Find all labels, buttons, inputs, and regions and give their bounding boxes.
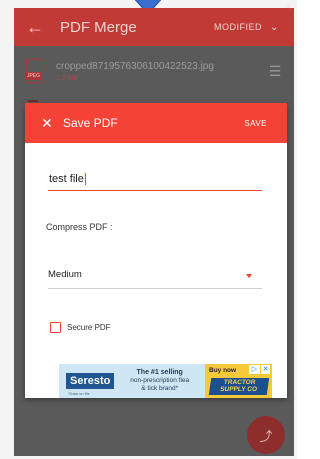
ad-copy-line2: non-prescription flea — [130, 377, 190, 385]
app-screen: ← PDF Merge MODIFIED ⌄ < JPEG cropped871… — [0, 0, 297, 459]
dropdown-arrow-icon — [246, 274, 252, 278]
close-icon: ✕ — [41, 114, 53, 131]
overflow-dots-icon: < — [286, 2, 291, 11]
dialog-title: Save PDF — [63, 116, 118, 130]
compress-selected-value: Medium — [48, 269, 82, 280]
ad-copy: The #1 selling non-prescription flea & t… — [114, 369, 205, 394]
secure-pdf-checkbox[interactable] — [50, 322, 61, 333]
dialog-toolbar: ✕ Save PDF SAVE — [25, 103, 287, 143]
app-title: PDF Merge — [60, 18, 137, 36]
compress-label: Compress PDF : — [46, 222, 113, 232]
merge-fab-button[interactable]: ⤴ — [247, 416, 285, 454]
sort-dropdown[interactable]: MODIFIED — [214, 22, 262, 32]
compress-select[interactable]: Medium — [48, 261, 262, 289]
save-pdf-dialog: ✕ Save PDF SAVE test file Compress PDF :… — [25, 103, 287, 398]
back-button[interactable]: ← — [22, 17, 48, 38]
ad-store-logo: TRACTOR SUPPLY CO — [208, 378, 270, 395]
ad-brand-tagline: *Data on file — [68, 391, 90, 396]
file-meta: cropped8719576306100422523.jpg 1.2 MB — [56, 61, 266, 82]
ad-cta[interactable]: Buy now — [209, 367, 236, 374]
list-item[interactable]: JPEG cropped8719576306100422523.jpg 1.2 … — [14, 46, 294, 96]
file-name: cropped8719576306100422523.jpg — [56, 60, 214, 72]
ad-brand-logo: Seresto — [66, 373, 115, 389]
filename-input[interactable]: test file — [48, 171, 262, 191]
ad-close-icon[interactable]: ✕ — [261, 365, 270, 374]
arrow-left-icon: ← — [26, 16, 44, 37]
save-button[interactable]: SAVE — [244, 119, 267, 128]
app-bar: ← PDF Merge MODIFIED ⌄ — [14, 8, 294, 46]
drag-handle-icon[interactable]: ☰ — [266, 63, 284, 80]
file-size: 1.2 MB — [56, 74, 79, 82]
secure-pdf-label: Secure PDF — [67, 323, 111, 332]
merge-icon: ⤴ — [259, 428, 273, 444]
ad-headline: The #1 selling — [136, 368, 183, 376]
ad-copy-line3: & tick brand* — [141, 385, 179, 393]
chevron-down-icon[interactable]: ⌄ — [270, 22, 284, 33]
image-file-icon: JPEG — [25, 59, 44, 83]
secure-pdf-option[interactable]: Secure PDF — [50, 322, 111, 333]
filename-value: test file — [49, 173, 84, 185]
ad-right-panel: Buy now ▷ ✕ TRACTOR SUPPLY CO — [205, 364, 272, 398]
ad-banner[interactable]: Seresto *Data on file The #1 selling non… — [59, 364, 272, 398]
close-button[interactable]: ✕ — [37, 115, 57, 132]
file-type-tag: JPEG — [25, 72, 43, 80]
next-item-icon-stub — [28, 100, 38, 102]
ad-choices-icon[interactable]: ▷ — [249, 365, 260, 374]
ad-left-panel: Seresto *Data on file The #1 selling non… — [59, 364, 205, 398]
text-caret — [85, 173, 86, 185]
